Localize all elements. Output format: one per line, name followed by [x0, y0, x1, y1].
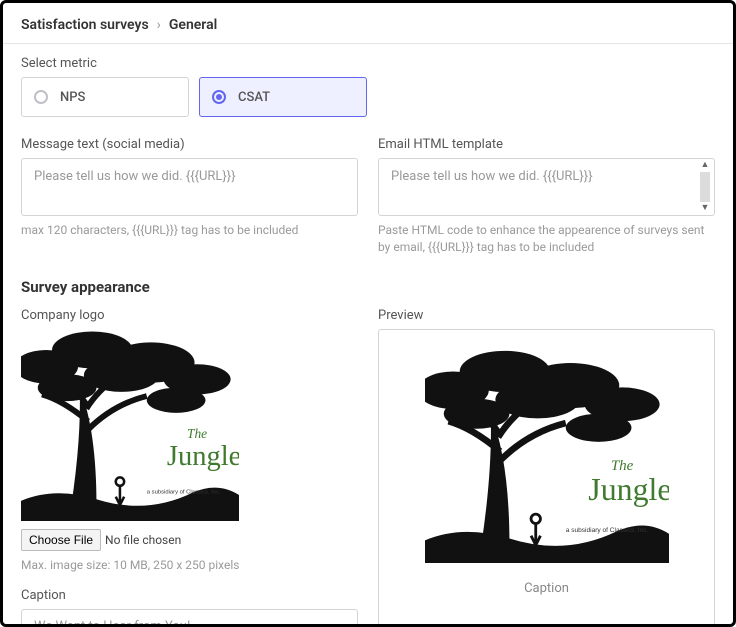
preview-pane: The Jungle a subsidiary of Classics, Inc… [378, 329, 715, 627]
radio-icon [34, 90, 48, 104]
metric-option-nps[interactable]: NPS [21, 77, 189, 117]
scroll-up-icon[interactable]: ▲ [701, 161, 710, 170]
file-status: No file chosen [105, 533, 181, 547]
radio-icon [212, 90, 226, 104]
email-template-hint: Paste HTML code to enhance the appearenc… [378, 222, 715, 256]
metric-option-csat[interactable]: CSAT [199, 77, 367, 117]
email-template-label: Email HTML template [378, 137, 715, 152]
scroll-down-icon[interactable]: ▼ [701, 204, 710, 213]
message-text-hint: max 120 characters, {{{URL}}} tag has to… [21, 222, 358, 239]
choose-file-button[interactable]: Choose File [21, 529, 101, 551]
file-hint: Max. image size: 10 MB, 250 x 250 pixels [21, 557, 358, 574]
company-logo-label: Company logo [21, 308, 358, 323]
placeholder-text: Please tell us how we did. {{{URL}}} [34, 169, 236, 184]
preview-caption: Caption [393, 581, 700, 596]
caption-label: Caption [21, 588, 358, 603]
email-template-input[interactable]: Please tell us how we did. {{{URL}}} ▲ ▼ [378, 158, 715, 216]
message-text-input[interactable]: Please tell us how we did. {{{URL}}} [21, 158, 358, 216]
select-metric-label: Select metric [21, 56, 715, 71]
svg-text:a subsidiary of Classics, Inc.: a subsidiary of Classics, Inc. [565, 527, 648, 534]
logo-brand: Jungle [167, 440, 239, 471]
message-text-label: Message text (social media) [21, 137, 358, 152]
logo-sub: a subsidiary of Classics, Inc. [147, 489, 221, 495]
svg-text:Jungle: Jungle [588, 472, 669, 507]
metric-option-label: CSAT [238, 90, 270, 105]
placeholder-text: We Want to Hear from You! [34, 619, 190, 627]
scroll-track[interactable] [700, 172, 710, 202]
breadcrumb-current: General [169, 17, 217, 33]
preview-logo-image: The Jungle a subsidiary of Classics, Inc… [425, 348, 669, 564]
logo-the: The [187, 426, 207, 441]
chevron-right-icon: › [157, 17, 161, 33]
placeholder-text: Please tell us how we did. {{{URL}}} [391, 169, 593, 184]
preview-label: Preview [378, 308, 715, 323]
survey-appearance-heading: Survey appearance [21, 278, 715, 296]
metric-option-label: NPS [60, 90, 85, 105]
breadcrumb: Satisfaction surveys › General [3, 17, 733, 44]
scrollbar[interactable]: ▲ ▼ [698, 161, 712, 213]
caption-input[interactable]: We Want to Hear from You! [21, 609, 358, 627]
company-logo-image: The Jungle a subsidiary of Classics, Inc… [21, 329, 239, 522]
metric-options: NPS CSAT [21, 77, 715, 117]
breadcrumb-parent[interactable]: Satisfaction surveys [21, 17, 149, 33]
